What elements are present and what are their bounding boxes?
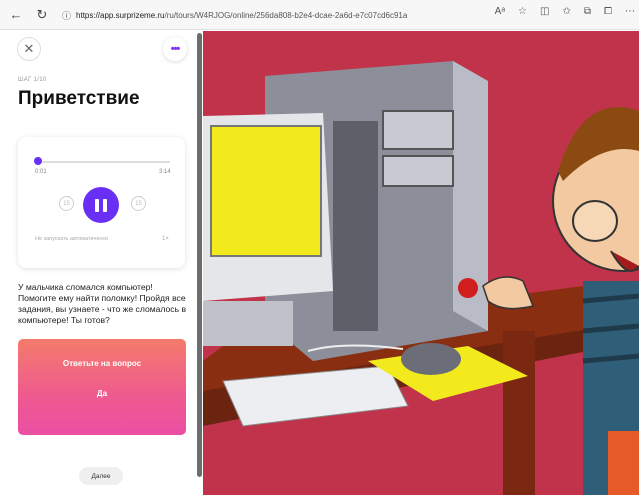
page-title: Приветствие [18,88,140,109]
info-icon[interactable]: ⓘ [62,9,71,22]
audio-player: 0:01 3:14 15 15 Не запускать автоматичес… [18,137,185,268]
pause-icon [93,198,109,212]
forward-15-button[interactable]: 15 [131,196,146,211]
pause-button[interactable] [83,187,119,223]
progress-knob[interactable] [34,157,42,165]
step-description: У мальчика сломался компьютер! Помогите … [18,282,187,325]
browser-toolbar: ← ↻ ⓘ https://app.surprizeme.ru/ru/tours… [0,0,639,30]
url-path: /ru/tours/W4RJOG/online/256da808-b2e4-dc… [164,11,408,20]
question-title: Ответьте на вопрос [62,359,142,368]
extensions-icon[interactable]: ⧠ [604,6,612,17]
next-button[interactable]: Далее [79,467,123,485]
time-total: 3:14 [159,169,171,175]
close-button[interactable]: ✕ [17,37,41,61]
rewind-icon: 15 [63,200,70,207]
time-current: 0:01 [35,169,47,175]
cartoon-illustration [203,31,639,495]
favorites-icon[interactable]: ✩ [562,6,570,17]
autoplay-toggle[interactable]: Не запускать автоматически [35,236,108,242]
more-dots-icon: ••• [170,43,181,55]
step-counter: ШАГ 1/10 [18,77,47,83]
illustration-boy-computer [203,31,639,495]
back-icon[interactable]: ← [6,5,26,25]
browser-menu-icon[interactable]: ⋯ [625,6,635,17]
panel-scrollbar[interactable] [197,33,202,477]
refresh-icon[interactable]: ↻ [32,5,52,25]
address-bar[interactable]: ⓘ https://app.surprizeme.ru/ru/tours/W4R… [62,6,467,25]
url-domain: https://app.surprizeme.ru [76,11,165,20]
question-card[interactable]: Ответьте на вопрос Да [18,339,186,435]
answer-yes[interactable]: Да [18,389,186,398]
split-screen-icon[interactable]: ◫ [540,6,549,17]
collections-icon[interactable]: ⧉ [584,6,591,17]
playback-speed[interactable]: 1× [162,236,169,242]
read-aloud-icon[interactable]: Aᵃ [495,6,505,17]
more-options-button[interactable]: ••• [163,37,187,61]
close-icon: ✕ [23,41,35,56]
forward-icon: 15 [135,200,142,207]
progress-track[interactable] [38,161,170,163]
rewind-15-button[interactable]: 15 [59,196,74,211]
favorite-star-icon[interactable]: ☆ [518,6,527,17]
